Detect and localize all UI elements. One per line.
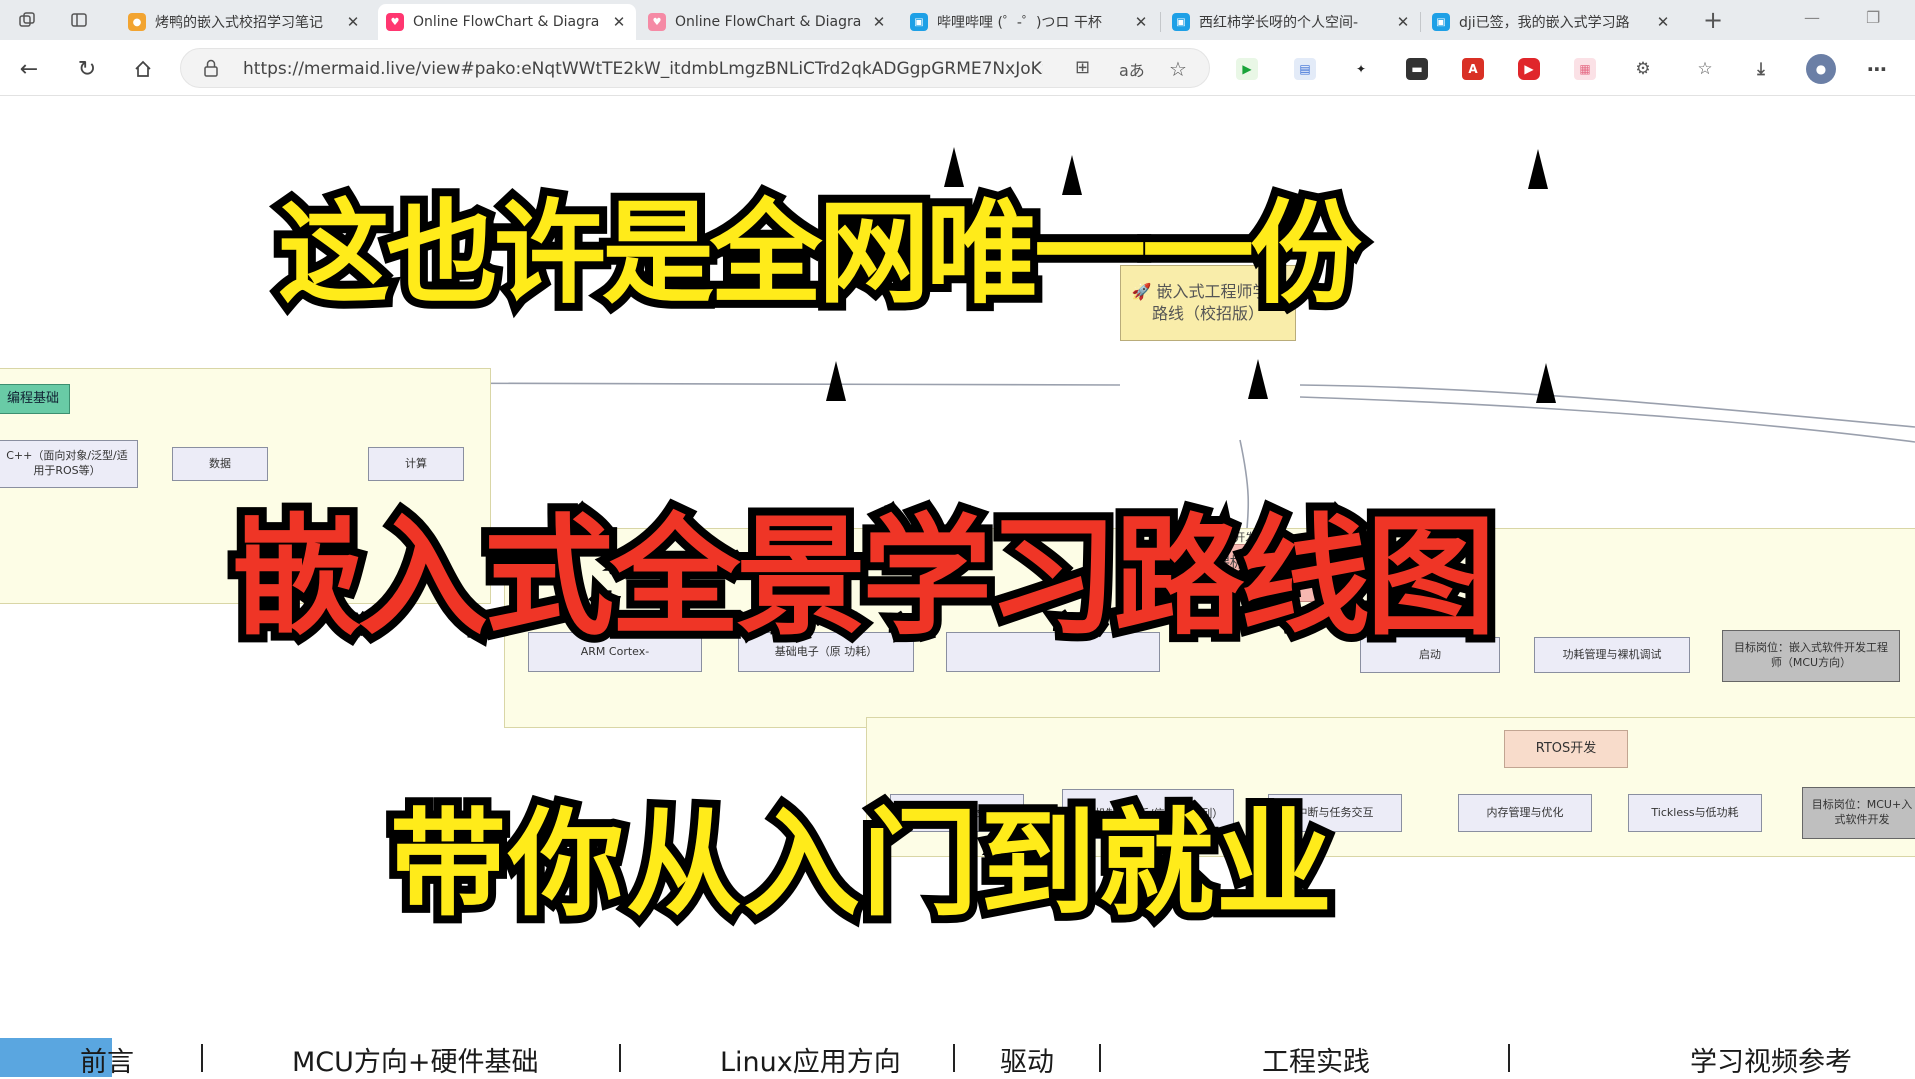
pdf-icon[interactable]: A (1462, 58, 1484, 80)
extension-terminal-icon[interactable]: ▬ (1406, 58, 1428, 80)
tab-title: 西红柿学长呀的个人空间- (1199, 15, 1359, 31)
chapter-divider (1508, 1044, 1510, 1072)
rtos-target-role[interactable]: 目标岗位：MCU+入式软件开发 (1802, 787, 1915, 839)
tab-title: Online FlowChart & Diagra (675, 14, 862, 30)
mermaid-icon: ♥ (648, 13, 666, 31)
tab-5[interactable]: ▣ dji已签，我的嵌入式学习路 ✕ (1424, 4, 1680, 40)
tab-0[interactable]: ● 烤鸭的嵌入式校招学习笔记 ✕ (120, 4, 370, 40)
browser-window: ● 烤鸭的嵌入式校招学习笔记 ✕ ♥ Online FlowChart & Di… (0, 0, 1915, 1079)
address-bar[interactable]: https://mermaid.live/view#pako:eNqtWWtTE… (180, 48, 1210, 88)
new-tab-button[interactable]: + (1698, 6, 1728, 34)
close-icon[interactable]: ✕ (344, 13, 362, 31)
tab-title: 哔哩哔哩 (゜-゜)つロ 干杯 (937, 15, 1102, 31)
tab-1[interactable]: ♥ Online FlowChart & Diagra ✕ (378, 4, 636, 40)
speech-spike (826, 361, 846, 401)
chapter-linux-app[interactable]: Linux应用方向 (720, 1040, 901, 1079)
close-icon[interactable]: ✕ (1394, 13, 1412, 31)
address-toolbar: ← ↻ https://mermaid.live/view#pako:eNqtW… (0, 40, 1915, 96)
speech-spike (1536, 363, 1556, 403)
bilibili-icon: ▣ (1172, 13, 1190, 31)
tab-3[interactable]: ▣ 哔哩哔哩 (゜-゜)つロ 干杯 ✕ (902, 4, 1158, 40)
home-icon[interactable] (128, 54, 158, 84)
chapter-bar: 前言 MCU方向+硬件基础 Linux应用方向 驱动 工程实践 学习视频参考 (0, 1038, 1915, 1079)
url-text[interactable]: https://mermaid.live/view#pako:eNqtWWtTE… (243, 59, 1043, 79)
tab-4[interactable]: ▣ 西红柿学长呀的个人空间- ✕ (1164, 4, 1420, 40)
bilibili-icon: ▣ (1432, 13, 1450, 31)
cpp-node[interactable]: C++（面向对象/泛型/适用于ROS等） (0, 440, 138, 488)
programming-basics-node[interactable]: 编程基础 (0, 384, 70, 414)
extension-green-icon[interactable]: ▶ (1236, 58, 1258, 80)
chapter-video-reference[interactable]: 学习视频参考 (1690, 1040, 1852, 1079)
refresh-icon[interactable]: ↻ (72, 54, 102, 84)
chapter-intro[interactable]: 前言 (80, 1040, 134, 1079)
chapter-divider (953, 1044, 955, 1072)
back-icon[interactable]: ← (14, 54, 44, 84)
headline-line-2: 嵌入式全景学习路线图 (224, 493, 1504, 661)
extension-bird-icon[interactable]: ✦ (1350, 58, 1372, 80)
extension-doc-icon[interactable]: ▤ (1294, 58, 1316, 80)
close-icon[interactable]: ✕ (610, 13, 628, 31)
speech-spike (1248, 359, 1268, 399)
favorites-icon[interactable]: ☆ (1694, 58, 1716, 80)
app-available-icon[interactable]: ⊞ (1075, 57, 1090, 78)
rtos-node[interactable]: RTOS开发 (1504, 730, 1628, 768)
close-icon[interactable]: ✕ (1654, 13, 1672, 31)
tab-divider (1420, 12, 1421, 32)
tab-2[interactable]: ♥ Online FlowChart & Diagra ✕ (640, 4, 896, 40)
tab-title: Online FlowChart & Diagra (413, 14, 600, 30)
rtos-child-tickless[interactable]: Tickless与低功耗 (1628, 794, 1762, 832)
speech-spike (1528, 149, 1548, 189)
extensions-puzzle-icon[interactable]: ⚙ (1632, 58, 1654, 80)
close-icon[interactable]: ✕ (1132, 13, 1150, 31)
restore-icon[interactable]: ❐ (1866, 8, 1880, 27)
tab-divider (1160, 12, 1161, 32)
chapter-mcu[interactable]: MCU方向+硬件基础 (292, 1040, 539, 1079)
more-menu-icon[interactable]: ⋯ (1866, 57, 1888, 81)
tab-title: dji已签，我的嵌入式学习路 (1459, 15, 1630, 31)
tab-title: 烤鸭的嵌入式校招学习笔记 (155, 15, 323, 31)
tab-strip: ● 烤鸭的嵌入式校招学习笔记 ✕ ♥ Online FlowChart & Di… (0, 0, 1915, 40)
read-aloud-icon[interactable]: aあ (1119, 57, 1145, 81)
mermaid-icon: ♥ (386, 13, 404, 31)
chapter-driver[interactable]: 驱动 (1000, 1040, 1054, 1079)
chapter-engineering[interactable]: 工程实践 (1262, 1040, 1370, 1079)
vertical-tabs-icon[interactable] (64, 6, 94, 34)
chapter-divider (1099, 1044, 1101, 1072)
video-icon[interactable]: ▶ (1518, 58, 1540, 80)
minimize-icon[interactable]: — (1804, 8, 1820, 27)
duck-icon: ● (128, 13, 146, 31)
workspaces-icon[interactable] (12, 6, 42, 34)
close-icon[interactable]: ✕ (870, 13, 888, 31)
headline-line-1: 这也许是全网唯一一份 (270, 181, 1370, 327)
chapter-divider (619, 1044, 621, 1072)
headline-line-3: 带你从入门到就业 (382, 789, 1340, 940)
extension-pink-icon[interactable]: ▦ (1574, 58, 1596, 80)
avatar[interactable]: ● (1806, 54, 1836, 84)
chapter-divider (201, 1044, 203, 1072)
rtos-child-memory[interactable]: 内存管理与优化 (1458, 794, 1592, 832)
bilibili-icon: ▣ (910, 13, 928, 31)
mcu-child-power[interactable]: 功耗管理与裸机调试 (1534, 637, 1690, 673)
mcu-target-role[interactable]: 目标岗位：嵌入式软件开发工程师（MCU方向） (1722, 630, 1900, 682)
lock-icon[interactable] (203, 59, 219, 77)
favorite-star-icon[interactable]: ☆ (1169, 57, 1187, 81)
download-icon[interactable]: ⤓ (1750, 58, 1772, 80)
